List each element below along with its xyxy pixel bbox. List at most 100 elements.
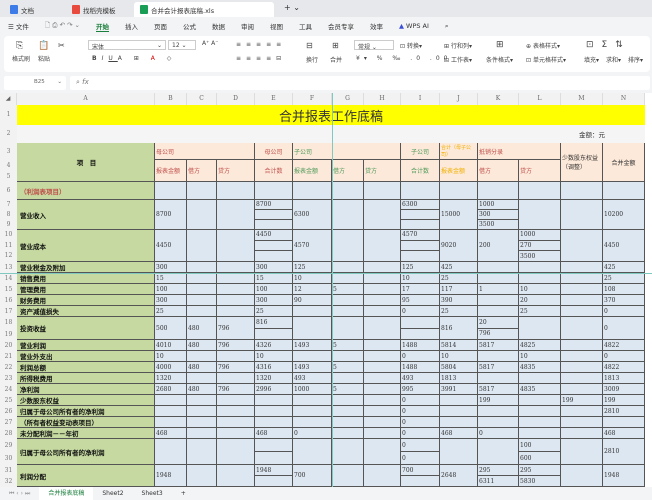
select-all[interactable]: ◢ bbox=[0, 93, 17, 105]
paste-button[interactable]: 粘贴 bbox=[38, 54, 50, 63]
row-header[interactable]: 28 bbox=[0, 428, 17, 439]
column-header-H[interactable]: H bbox=[364, 93, 401, 105]
tab-doc[interactable]: 文档 bbox=[4, 2, 60, 17]
row-col-button[interactable]: ⊞ 行和列▾ bbox=[444, 41, 472, 50]
font-size-buttons[interactable]: A⁺ A⁻ bbox=[202, 40, 218, 47]
column-header-L[interactable]: L bbox=[519, 93, 561, 105]
menu-item[interactable]: 效率 bbox=[370, 21, 383, 32]
column-header-D[interactable]: D bbox=[217, 93, 255, 105]
row-header[interactable]: 25 bbox=[0, 395, 17, 406]
row-header[interactable]: 20 bbox=[0, 340, 17, 351]
row-header[interactable]: 22 bbox=[0, 362, 17, 373]
fx-icon[interactable]: fx bbox=[82, 78, 89, 86]
add-sheet-icon[interactable]: + bbox=[172, 490, 195, 497]
row-header[interactable]: 26 bbox=[0, 406, 17, 417]
row-header[interactable]: 3 bbox=[0, 143, 17, 160]
font-size-select[interactable]: 12 ⌄ bbox=[168, 40, 196, 50]
row-header[interactable]: 15 bbox=[0, 284, 17, 295]
name-box[interactable]: B25 ⌄ bbox=[4, 76, 66, 90]
merge-button[interactable]: 合并 bbox=[330, 55, 342, 64]
menu-item[interactable]: 工具 bbox=[299, 21, 312, 32]
spreadsheet-grid[interactable]: ◢ A B C D E F G H I J K L M N 1 2 合并报表工作底稿 金额：元 3 4 5 项 目母公司 报表… bbox=[0, 93, 652, 487]
row-header[interactable]: 7 bbox=[0, 200, 17, 210]
row-header[interactable]: 10 bbox=[0, 230, 17, 241]
font-style-buttons[interactable]: BIUA ⊞ A ◇ bbox=[92, 55, 176, 62]
header-sub_report: 报表金额 bbox=[293, 160, 332, 182]
sub-total-sub: 合计数 bbox=[401, 160, 440, 182]
menu-item[interactable]: 数据 bbox=[212, 21, 225, 32]
new-tab-icon[interactable]: + ⌄ bbox=[284, 3, 300, 12]
hamburger-icon[interactable]: ☰ 文件 bbox=[8, 21, 29, 31]
menu-item[interactable]: 公式 bbox=[183, 21, 196, 32]
menu-item[interactable]: 页面 bbox=[154, 21, 167, 32]
wps-ai-button[interactable]: ▲ WPS AI bbox=[399, 22, 429, 30]
number-buttons[interactable]: ¥▾ % ‰ .0 .00 bbox=[356, 55, 451, 62]
row-header[interactable]: 6 bbox=[0, 182, 17, 200]
sheet-tab[interactable]: 合并报表底稿 bbox=[39, 487, 94, 500]
table-style-button[interactable]: ⊕ 表格样式▾ bbox=[526, 41, 560, 50]
column-header-M[interactable]: M bbox=[561, 93, 603, 105]
menu-item[interactable]: 开始 bbox=[95, 21, 109, 32]
formula-input[interactable]: ⌕ fx bbox=[70, 76, 650, 90]
column-header-K[interactable]: K bbox=[478, 93, 519, 105]
row-header[interactable]: 21 bbox=[0, 351, 17, 362]
quick-access-icons[interactable]: 🗋 ⎙ ↶ ↷ ⌄ bbox=[45, 21, 80, 32]
row-header[interactable]: 8 bbox=[0, 210, 17, 220]
menu-item[interactable]: 审阅 bbox=[241, 21, 254, 32]
column-header-J[interactable]: J bbox=[440, 93, 478, 105]
row-header[interactable]: 18 bbox=[0, 317, 17, 329]
font-select[interactable]: 宋体 ⌄ bbox=[88, 40, 166, 51]
column-header-I[interactable]: I bbox=[401, 93, 440, 105]
worksheet-button[interactable]: ⊟ 工作表▾ bbox=[444, 55, 472, 64]
row-header[interactable]: 2 bbox=[0, 125, 17, 143]
row-header[interactable]: 19 bbox=[0, 328, 17, 340]
data-cell: 10 bbox=[255, 351, 293, 362]
column-header-F[interactable]: F bbox=[293, 93, 332, 105]
tab-sheet[interactable]: 合并会计报表底稿.xls bbox=[134, 2, 274, 17]
row-header[interactable]: 30 bbox=[0, 452, 17, 465]
row-header[interactable]: 4 bbox=[0, 160, 17, 171]
row-header[interactable]: 9 bbox=[0, 220, 17, 230]
number-format-select[interactable]: 常规 ⌄ bbox=[354, 40, 394, 51]
sort-button[interactable]: 排序▾ bbox=[628, 55, 643, 64]
conditional-format-button[interactable]: 条件格式▾ bbox=[486, 55, 513, 64]
column-header-B[interactable]: B bbox=[155, 93, 187, 105]
format-painter-button[interactable]: 格式刷 bbox=[12, 54, 30, 63]
row-header[interactable]: 16 bbox=[0, 295, 17, 306]
menu-item[interactable]: 插入 bbox=[125, 21, 138, 32]
search-icon[interactable]: ⌕ bbox=[445, 22, 449, 31]
fill-button[interactable]: 填充▾ bbox=[584, 55, 599, 64]
sheet-tab[interactable]: Sheet3 bbox=[133, 490, 172, 497]
row-header[interactable]: 27 bbox=[0, 417, 17, 428]
row-header[interactable]: 14 bbox=[0, 273, 17, 284]
menu-item[interactable]: 视图 bbox=[270, 21, 283, 32]
cut-icon[interactable]: ✂ bbox=[58, 41, 65, 50]
row-header[interactable]: 5 bbox=[0, 171, 17, 182]
sheet-nav-arrows[interactable]: ⏮ ‹ › ⏭ bbox=[0, 490, 39, 498]
row-header[interactable]: 31 bbox=[0, 465, 17, 476]
row-header[interactable]: 24 bbox=[0, 384, 17, 395]
column-header-E[interactable]: E bbox=[255, 93, 293, 105]
column-header-N[interactable]: N bbox=[603, 93, 645, 105]
row-header[interactable]: 29 bbox=[0, 439, 17, 452]
row-header[interactable]: 11 bbox=[0, 240, 17, 252]
align-buttons-2[interactable]: ≡≡≡≡⊟ bbox=[236, 55, 286, 62]
row-header[interactable]: 17 bbox=[0, 306, 17, 317]
convert-button[interactable]: ⊡ 转换▾ bbox=[400, 41, 422, 50]
tab-docer[interactable]: 找稻壳模板 bbox=[66, 2, 130, 17]
column-header-A[interactable]: A bbox=[17, 93, 155, 105]
row-header[interactable]: 32 bbox=[0, 476, 17, 487]
row-header[interactable]: 12 bbox=[0, 251, 17, 262]
row-header[interactable]: 23 bbox=[0, 373, 17, 384]
menu-file[interactable]: 文件 bbox=[16, 23, 29, 31]
align-buttons[interactable]: ≡≡≡≡≡ bbox=[236, 41, 286, 48]
column-header-C[interactable]: C bbox=[187, 93, 217, 105]
wrap-button[interactable]: 换行 bbox=[306, 55, 318, 64]
sheet-tab[interactable]: Sheet2 bbox=[93, 490, 132, 497]
row-header[interactable]: 1 bbox=[0, 105, 17, 125]
sum-button[interactable]: 求和▾ bbox=[606, 55, 621, 64]
cell-style-button[interactable]: ⊡ 单元格样式▾ bbox=[526, 55, 566, 64]
menu-item[interactable]: 会员专享 bbox=[328, 21, 354, 32]
column-header-G[interactable]: G bbox=[332, 93, 364, 105]
row-header[interactable]: 13 bbox=[0, 262, 17, 273]
